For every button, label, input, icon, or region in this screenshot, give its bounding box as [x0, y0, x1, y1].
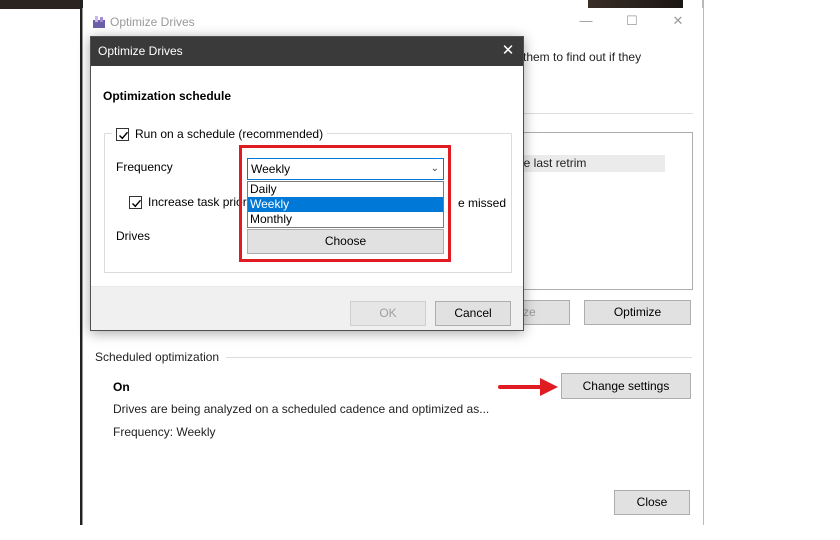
close-button[interactable]: Close	[614, 490, 690, 515]
run-on-schedule-label: Run on a schedule (recommended)	[135, 127, 324, 141]
drives-list-row[interactable]: nce last retrim	[509, 155, 665, 172]
red-arrow-icon	[498, 378, 558, 396]
checkmark-icon	[119, 131, 129, 139]
scheduled-divider	[226, 357, 692, 358]
ok-button[interactable]: OK	[350, 301, 426, 326]
schedule-state: On	[113, 380, 130, 394]
change-settings-button[interactable]: Change settings	[561, 373, 691, 399]
frequency-label: Frequency	[116, 160, 173, 174]
scheduled-optimization-label: Scheduled optimization	[95, 350, 220, 364]
optimize-button[interactable]: Optimize	[584, 300, 691, 325]
drives-label: Drives	[116, 229, 151, 243]
increase-priority-label-suffix: e missed	[458, 196, 507, 210]
minimize-button[interactable]: —	[576, 13, 596, 29]
window-close-button[interactable]: ✕	[668, 13, 688, 29]
increase-priority-checkbox[interactable]	[129, 195, 142, 209]
red-highlight-box	[239, 145, 451, 262]
dialog-heading: Optimization schedule	[103, 89, 232, 103]
main-description-text: them to find out if they	[523, 50, 642, 64]
dialog-footer-divider	[91, 286, 523, 287]
screenshot-stage: Optimize Drives — ☐ ✕ them to find out i…	[0, 0, 840, 540]
schedule-description: Drives are being analyzed on a scheduled…	[113, 402, 490, 416]
increase-priority-option[interactable]: Increase task priori	[129, 195, 249, 209]
increase-priority-label: Increase task priori	[148, 195, 250, 209]
dialog-title: Optimize Drives	[91, 37, 523, 66]
checkmark-icon	[132, 199, 142, 207]
frequency-status: Frequency: Weekly	[113, 425, 216, 439]
main-divider	[523, 113, 693, 114]
run-on-schedule-checkbox[interactable]	[116, 127, 129, 141]
optimize-drives-app-icon	[92, 15, 106, 29]
main-window-title: Optimize Drives	[110, 15, 195, 29]
dialog-close-icon[interactable]: ✕	[498, 41, 518, 61]
run-on-schedule-option[interactable]: Run on a schedule (recommended)	[112, 127, 328, 141]
cancel-button[interactable]: Cancel	[435, 301, 511, 326]
background-photo-edge	[0, 0, 82, 9]
maximize-button[interactable]: ☐	[622, 13, 642, 29]
